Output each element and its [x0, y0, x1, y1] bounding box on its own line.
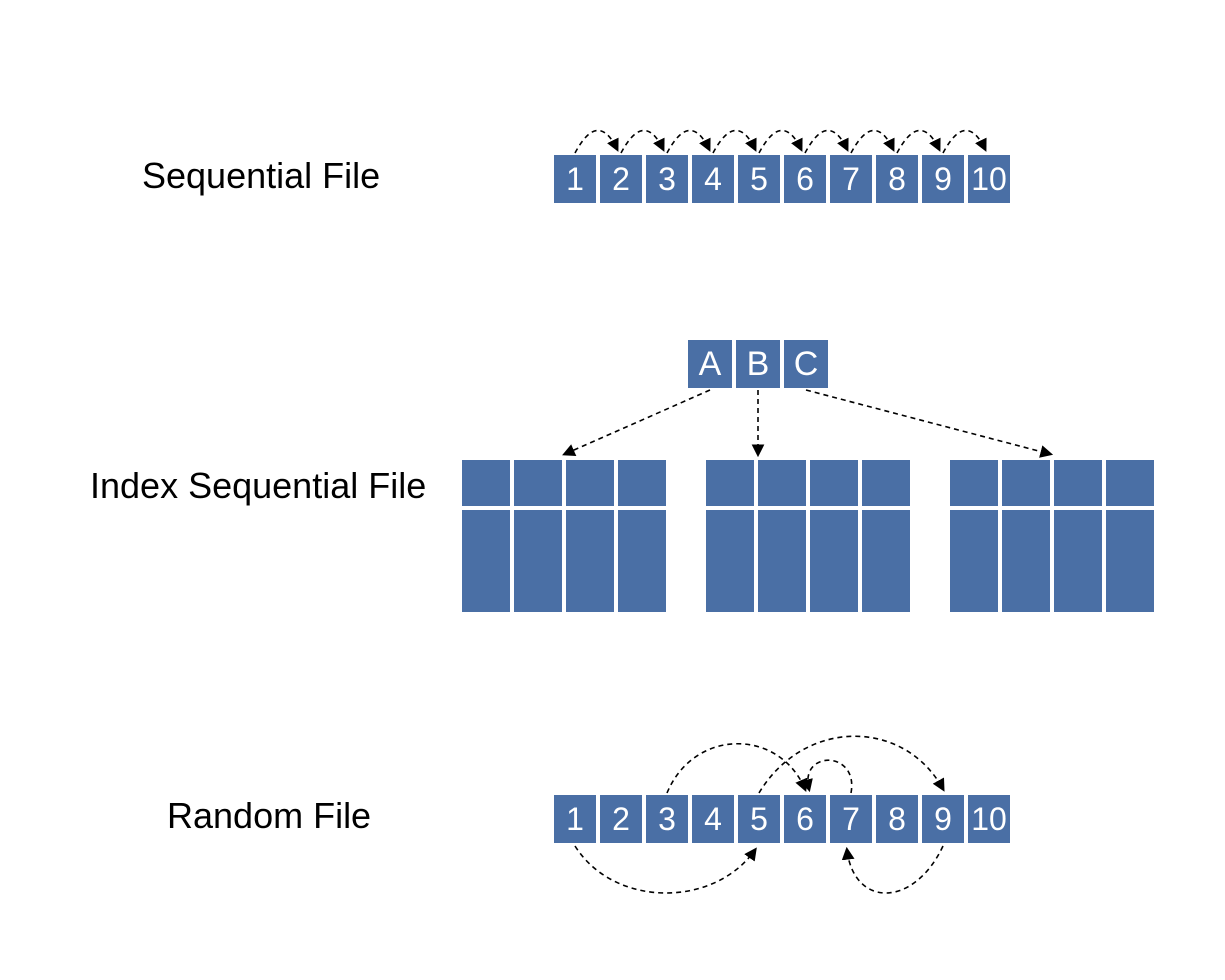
block-cell: [1002, 460, 1050, 506]
block-cell: [566, 460, 614, 506]
block-cell: [462, 460, 510, 506]
block-cell: [1054, 510, 1102, 612]
cell: 4: [692, 155, 734, 203]
cell: 10: [968, 155, 1010, 203]
index-cells: A B C: [688, 340, 828, 388]
random-file-label: Random File: [167, 795, 371, 837]
cell: 6: [784, 155, 826, 203]
cell: 7: [830, 795, 872, 843]
block-cell: [566, 510, 614, 612]
cell: 10: [968, 795, 1010, 843]
block-group: [462, 460, 666, 612]
block-cell: [462, 510, 510, 612]
block-cell: [810, 460, 858, 506]
cell: 8: [876, 795, 918, 843]
cell: 9: [922, 155, 964, 203]
cell: 2: [600, 155, 642, 203]
cell: 3: [646, 795, 688, 843]
block-cell: [706, 510, 754, 612]
cell: 5: [738, 795, 780, 843]
block-cell: [862, 460, 910, 506]
cell: 1: [554, 155, 596, 203]
index-cell: A: [688, 340, 732, 388]
cell: 6: [784, 795, 826, 843]
block-group: [950, 460, 1154, 612]
cell: 2: [600, 795, 642, 843]
block-cell: [1002, 510, 1050, 612]
cell: 1: [554, 795, 596, 843]
cell: 3: [646, 155, 688, 203]
random-cells: 1 2 3 4 5 6 7 8 9 10: [554, 795, 1010, 843]
block-cell: [758, 460, 806, 506]
block-cell: [514, 510, 562, 612]
block-cell: [1106, 460, 1154, 506]
cell: 7: [830, 155, 872, 203]
block-cell: [950, 460, 998, 506]
index-cell: B: [736, 340, 780, 388]
block-cell: [618, 510, 666, 612]
block-group: [706, 460, 910, 612]
block-cell: [758, 510, 806, 612]
sequential-file-label: Sequential File: [142, 155, 380, 197]
cell: 5: [738, 155, 780, 203]
block-cell: [862, 510, 910, 612]
block-cell: [618, 460, 666, 506]
block-cell: [950, 510, 998, 612]
sequential-cells: 1 2 3 4 5 6 7 8 9 10: [554, 155, 1010, 203]
index-sequential-file-label: Index Sequential File: [90, 465, 426, 507]
block-cell: [810, 510, 858, 612]
index-arrows: [460, 388, 1160, 462]
block-cell: [514, 460, 562, 506]
block-cell: [1106, 510, 1154, 612]
index-cell: C: [784, 340, 828, 388]
cell: 8: [876, 155, 918, 203]
block-cell: [1054, 460, 1102, 506]
index-blocks: [462, 460, 1154, 612]
block-cell: [706, 460, 754, 506]
sequential-arrows: [554, 105, 1024, 155]
cell: 9: [922, 795, 964, 843]
cell: 4: [692, 795, 734, 843]
